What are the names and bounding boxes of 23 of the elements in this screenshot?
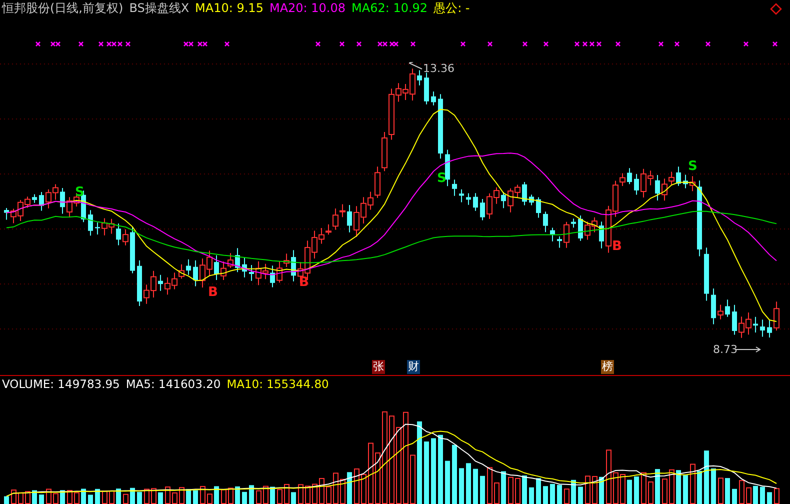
signal-label: S	[437, 172, 446, 185]
signal-label: S	[688, 160, 698, 173]
indicator-value: 愚公: -	[434, 0, 470, 16]
stock-title: 恒邦股份(日线,前复权)	[2, 0, 124, 16]
signal-label: B	[612, 240, 622, 253]
info-badge[interactable]: 财	[407, 360, 420, 374]
volume-value: MA10: 155344.80	[226, 377, 329, 391]
volume-value: MA5: 141603.20	[126, 377, 221, 391]
high-price-label: 13.36	[423, 63, 454, 74]
signal-label: B	[208, 286, 218, 299]
signal-label: B	[299, 276, 309, 289]
info-badge[interactable]: 张	[372, 360, 385, 374]
indicator-value: MA62: 10.92	[352, 1, 428, 15]
leader-line	[409, 62, 423, 70]
indicator-name: BS操盘线X	[129, 0, 190, 16]
leader-arrow	[735, 346, 761, 353]
diamond-icon[interactable]	[770, 3, 782, 15]
signal-label: S	[75, 186, 84, 199]
indicator-value: MA20: 10.08	[269, 1, 346, 15]
indicator-value: MA10: 9.15	[195, 1, 264, 15]
low-price-label: 8.73	[713, 344, 738, 355]
info-badge[interactable]: 榜	[601, 360, 614, 374]
volume-value: VOLUME: 149783.95	[2, 377, 120, 391]
